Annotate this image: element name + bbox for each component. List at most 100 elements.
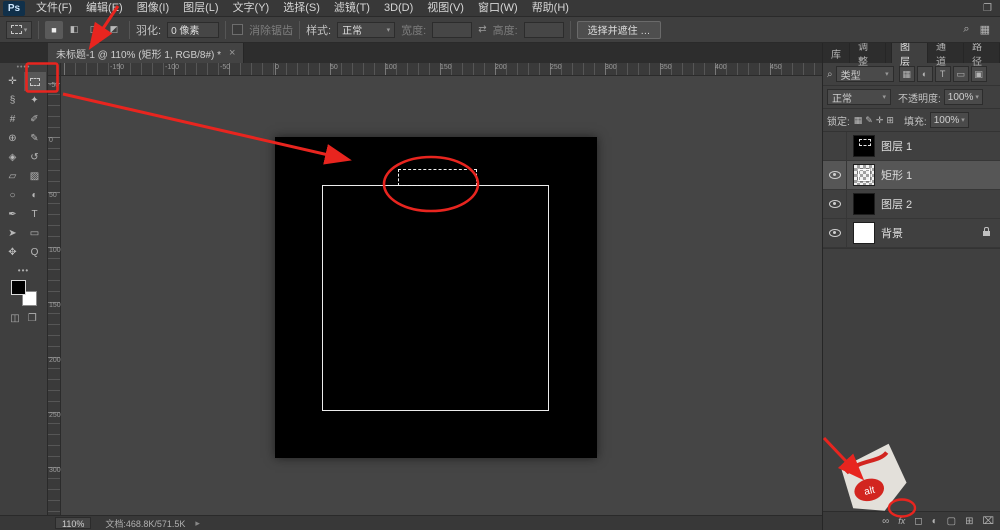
document-size-info: 文档:468.8K/571.5K <box>105 517 185 530</box>
menu-item[interactable]: 文字(Y) <box>226 0 277 17</box>
quick-mask-icon[interactable]: ◫ <box>10 313 19 324</box>
dodge-tool[interactable]: ◐ <box>24 186 46 205</box>
screen-mode-icon[interactable]: ❐ <box>28 313 37 324</box>
filter-adjustment-icon[interactable]: ◐ <box>917 66 933 82</box>
workspace-switcher-icon[interactable]: ▦ <box>980 23 990 36</box>
app-frame-icon[interactable]: ❐ <box>983 3 992 14</box>
intersect-selection-icon[interactable]: ◩ <box>105 21 123 39</box>
subtract-selection-icon[interactable]: ◨ <box>85 21 103 39</box>
panel-tab-图层[interactable]: 图层 <box>891 43 928 63</box>
filter-type-icon[interactable]: T <box>935 66 951 82</box>
document-canvas[interactable] <box>275 137 597 458</box>
eraser-tool[interactable]: ▱ <box>2 167 24 186</box>
clone-stamp-tool[interactable]: ◈ <box>2 148 24 167</box>
history-brush-tool[interactable]: ↺ <box>24 148 46 167</box>
swap-dimensions-icon[interactable]: ⇄ <box>478 24 486 35</box>
menu-item[interactable]: 图层(L) <box>176 0 225 17</box>
layer-mask-icon[interactable]: ◻ <box>914 516 922 527</box>
path-selection-tool[interactable]: ➤ <box>2 224 24 243</box>
close-icon[interactable]: × <box>229 47 235 59</box>
ruler-label: 300 <box>605 64 617 71</box>
lock-transparent-icon[interactable]: ▦ <box>853 115 864 126</box>
toolbar-grip[interactable]: •••• <box>17 63 31 72</box>
layer-row[interactable]: 背景 <box>823 219 1000 248</box>
antialias-checkbox[interactable] <box>232 24 243 35</box>
more-tools-icon[interactable]: ••• <box>18 266 29 275</box>
menu-item[interactable]: 图像(I) <box>130 0 176 17</box>
spot-healing-brush-tool[interactable]: ⊕ <box>2 129 24 148</box>
zoom-tool[interactable]: Q <box>24 243 46 262</box>
lasso-tool[interactable]: § <box>2 91 24 110</box>
menu-item[interactable]: 滤镜(T) <box>327 0 377 17</box>
panel-tab-路径[interactable]: 路径 <box>964 43 1000 63</box>
layer-row[interactable]: 图层 2 <box>823 190 1000 219</box>
adjustment-layer-icon[interactable]: ◐ <box>932 516 938 527</box>
layer-thumbnail[interactable] <box>853 193 875 215</box>
shape-tool[interactable]: ▭ <box>24 224 46 243</box>
filter-smart-icon[interactable]: ▣ <box>971 66 987 82</box>
crop-tool[interactable]: # <box>2 110 24 129</box>
type-tool[interactable]: T <box>24 205 46 224</box>
add-selection-icon[interactable]: ◧ <box>65 21 83 39</box>
lock-position-icon[interactable]: ✛ <box>875 115 885 126</box>
height-input[interactable] <box>524 22 564 38</box>
menu-item[interactable]: 编辑(E) <box>79 0 130 17</box>
new-layer-icon[interactable]: ⊞ <box>965 516 973 527</box>
feather-input[interactable] <box>167 22 219 38</box>
search-icon[interactable]: ⌕ <box>963 23 969 36</box>
blend-mode-dropdown[interactable]: 正常 ▾ <box>827 89 891 105</box>
filter-search-icon[interactable]: ⌕ <box>827 69 833 80</box>
panel-tab-通道[interactable]: 通道 <box>928 43 964 63</box>
visibility-toggle[interactable] <box>823 190 847 218</box>
menu-item[interactable]: 选择(S) <box>276 0 327 17</box>
opacity-dropdown[interactable]: 100% ▾ <box>944 89 983 105</box>
layer-row[interactable]: 矩形 1 <box>823 161 1000 190</box>
width-label: 宽度: <box>401 22 426 38</box>
filter-pixel-icon[interactable]: ▦ <box>899 66 915 82</box>
blur-tool[interactable]: ○ <box>2 186 24 205</box>
rectangular-marquee-tool[interactable] <box>24 72 46 91</box>
select-and-mask-button[interactable]: 选择并遮住 … <box>577 21 662 39</box>
menu-item[interactable]: 3D(D) <box>377 0 420 17</box>
marquee-selection[interactable] <box>398 169 477 186</box>
lock-artboard-icon[interactable]: ⊞ <box>885 115 895 126</box>
panel-tab-调整[interactable]: 调整 <box>850 43 886 63</box>
visibility-toggle[interactable] <box>823 219 847 247</box>
tool-preset-picker[interactable]: ▾ <box>6 21 32 39</box>
panel-tab-库[interactable]: 库 <box>823 43 850 63</box>
canvas-workspace[interactable]: -150-100-50050100150200250300350400450 -… <box>48 63 822 515</box>
menu-item[interactable]: 窗口(W) <box>471 0 525 17</box>
document-tab[interactable]: 未标题-1 @ 110% (矩形 1, RGB/8#) * × <box>48 43 244 63</box>
layer-thumbnail[interactable] <box>853 164 875 186</box>
layer-thumbnail[interactable] <box>853 222 875 244</box>
status-menu-arrow-icon[interactable]: ▸ <box>195 518 200 529</box>
visibility-toggle[interactable] <box>823 161 847 189</box>
delete-layer-icon[interactable]: ⌧ <box>982 516 994 527</box>
new-selection-icon[interactable]: ■ <box>45 21 63 39</box>
foreground-color-swatch[interactable] <box>11 280 26 295</box>
layer-style-icon[interactable]: fx <box>898 516 905 526</box>
layer-row[interactable]: 图层 1 <box>823 132 1000 161</box>
layer-filter-dropdown[interactable]: 类型 ▾ <box>836 66 894 82</box>
visibility-toggle[interactable] <box>823 132 847 160</box>
fill-dropdown[interactable]: 100% ▾ <box>930 112 969 128</box>
layer-thumbnail[interactable] <box>853 135 875 157</box>
menu-item[interactable]: 帮助(H) <box>525 0 576 17</box>
panel-tabs: 库调整图层通道路径 <box>823 43 1000 63</box>
menu-item[interactable]: 视图(V) <box>420 0 471 17</box>
gradient-tool[interactable]: ▨ <box>24 167 46 186</box>
link-layers-icon[interactable]: ∞ <box>882 516 889 527</box>
quick-selection-tool[interactable]: ✦ <box>24 91 46 110</box>
brush-tool[interactable]: ✎ <box>24 129 46 148</box>
eyedropper-tool[interactable]: ✐ <box>24 110 46 129</box>
layer-group-icon[interactable]: ▢ <box>947 516 956 527</box>
filter-shape-icon[interactable]: ▭ <box>953 66 969 82</box>
width-input[interactable] <box>432 22 472 38</box>
move-tool[interactable]: ✛ <box>2 72 24 91</box>
style-dropdown[interactable]: 正常 ▾ <box>337 22 395 38</box>
lock-pixels-icon[interactable]: ✎ <box>864 115 874 126</box>
zoom-level-field[interactable]: 110% <box>55 517 91 529</box>
menu-item[interactable]: 文件(F) <box>29 0 79 17</box>
pen-tool[interactable]: ✒ <box>2 205 24 224</box>
hand-tool[interactable]: ✥ <box>2 243 24 262</box>
